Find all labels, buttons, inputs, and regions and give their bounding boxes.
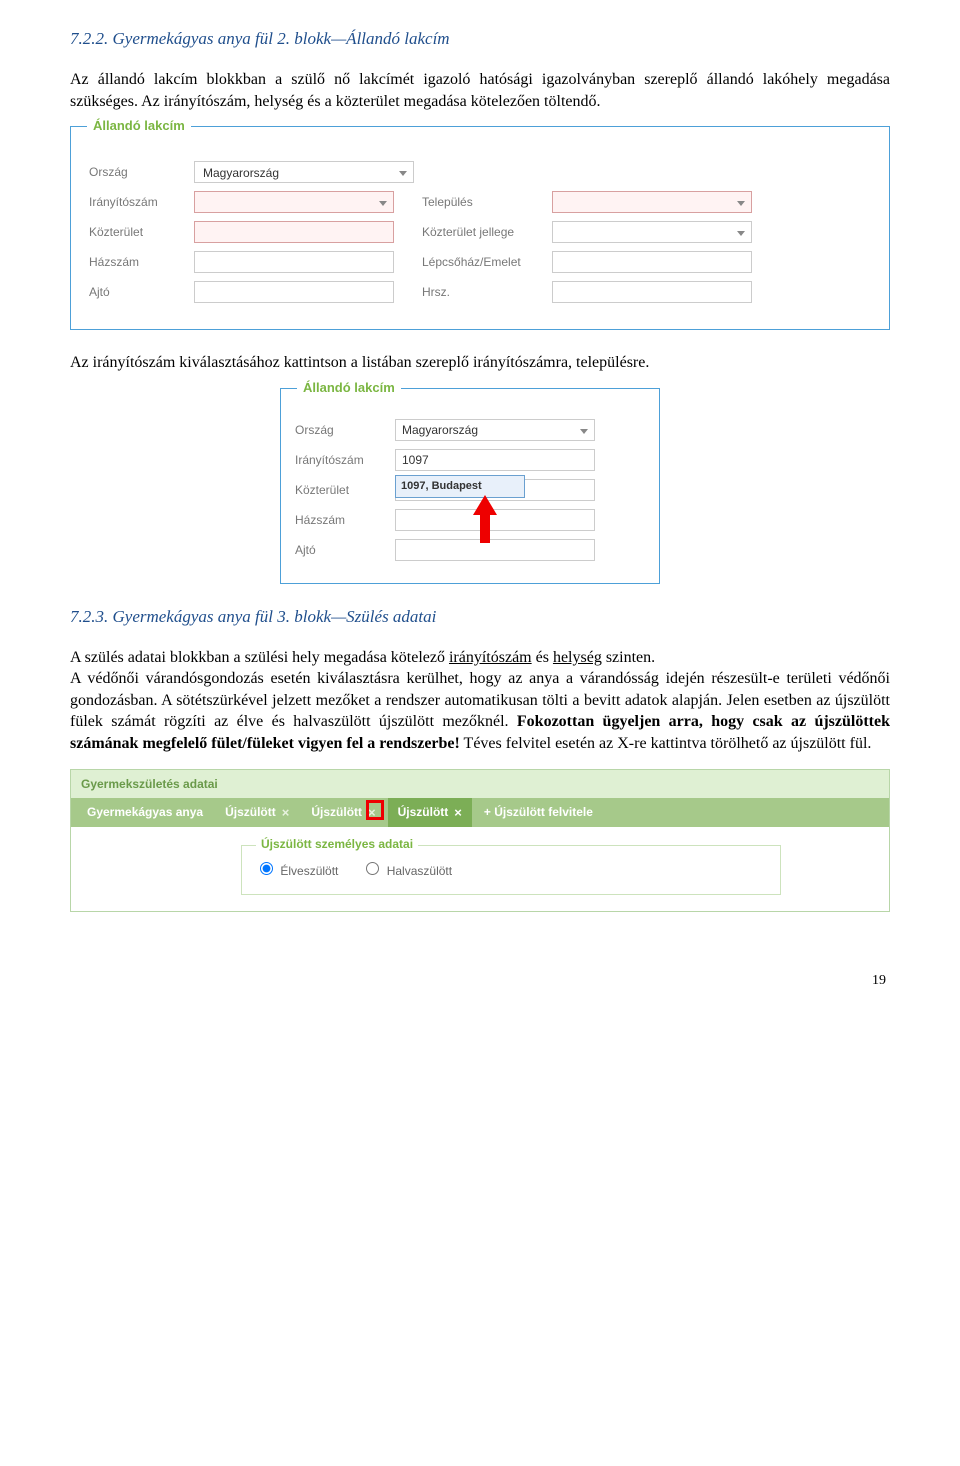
label-zip-2: Irányítószám	[295, 452, 395, 468]
tabs-screenshot: Gyermekszületés adatai Gyermekágyas anya…	[70, 769, 890, 912]
section-heading-723: 7.2.3. Gyermekágyas anya fül 3. blokk—Sz…	[70, 606, 890, 629]
fieldset-legend-newborn: Újszülött személyes adatai	[256, 836, 418, 852]
zip-input[interactable]	[194, 191, 394, 213]
label-street-2: Közterület	[295, 482, 395, 498]
radio-label: Élveszülött	[280, 864, 338, 878]
tab-panel-body: Újszülött személyes adatai Élveszülött H…	[71, 827, 889, 910]
country-select[interactable]: Magyarország	[194, 161, 414, 183]
radio-liveborn[interactable]: Élveszülött	[260, 862, 338, 879]
label-city: Település	[422, 194, 552, 210]
country-select-2[interactable]: Magyarország	[395, 419, 595, 441]
tab-label: Gyermekágyas anya	[87, 804, 203, 820]
form-screenshot-address-suggest: Állandó lakcím Ország Magyarország Irány…	[280, 388, 660, 584]
street-type-select[interactable]	[552, 221, 752, 243]
t: helység	[553, 649, 602, 666]
section-heading-722: 7.2.2. Gyermekágyas anya fül 2. blokk—Ál…	[70, 28, 890, 51]
houseno-input[interactable]	[194, 251, 394, 273]
label-street: Közterület	[89, 224, 194, 240]
close-icon[interactable]: ×	[282, 804, 290, 822]
t: Téves felvitel esetén az X-re kattintva …	[460, 735, 872, 752]
street-input[interactable]	[194, 221, 394, 243]
label-houseno: Házszám	[89, 254, 194, 270]
fieldset-legend: Állandó lakcím	[87, 117, 191, 135]
radio-stillborn-input[interactable]	[366, 862, 379, 875]
tab-add-newborn[interactable]: + Újszülött felvitele	[474, 798, 603, 828]
tab-label: + Újszülött felvitele	[484, 804, 593, 820]
newborn-personal-fieldset: Újszülött személyes adatai Élveszülött H…	[241, 845, 781, 894]
t: A szülés adatai blokkban a szülési hely …	[70, 649, 449, 666]
label-country-2: Ország	[295, 422, 395, 438]
tab-mother[interactable]: Gyermekágyas anya	[77, 798, 213, 828]
form-screenshot-address-full: Állandó lakcím Ország Magyarország Irány…	[70, 126, 890, 330]
label-hrsz: Hrsz.	[422, 284, 552, 300]
panel-title: Gyermekszületés adatai	[71, 770, 889, 798]
label-door: Ajtó	[89, 284, 194, 300]
callout-arrow-icon	[471, 495, 499, 543]
fieldset-legend-2: Állandó lakcím	[297, 379, 401, 397]
radio-label: Halvaszülött	[387, 864, 452, 878]
t: irányítószám	[449, 649, 532, 666]
label-street-type: Közterület jellege	[422, 224, 552, 240]
city-input[interactable]	[552, 191, 752, 213]
floor-input[interactable]	[552, 251, 752, 273]
label-country: Ország	[89, 164, 194, 180]
para-723: A szülés adatai blokkban a szülési hely …	[70, 647, 890, 755]
para-mid: Az irányítószám kiválasztásához kattints…	[70, 352, 890, 374]
tab-label: Újszülött	[311, 804, 362, 820]
t: és	[532, 649, 553, 666]
zip-input-2[interactable]: 1097	[395, 449, 595, 471]
label-zip: Irányítószám	[89, 194, 194, 210]
tab-label: Újszülött	[398, 804, 449, 820]
label-door-2: Ajtó	[295, 542, 395, 558]
label-houseno-2: Házszám	[295, 512, 395, 528]
autocomplete-suggestion[interactable]: 1097, Budapest	[395, 475, 525, 498]
t: szinten.	[602, 649, 655, 666]
door-input[interactable]	[194, 281, 394, 303]
radio-liveborn-input[interactable]	[260, 862, 273, 875]
close-icon[interactable]: ×	[368, 804, 376, 822]
tab-newborn-3[interactable]: Újszülött ×	[388, 798, 472, 828]
tab-label: Újszülött	[225, 804, 276, 820]
para-722: Az állandó lakcím blokkban a szülő nő la…	[70, 69, 890, 112]
radio-stillborn[interactable]: Halvaszülött	[366, 862, 452, 879]
label-floor: Lépcsőház/Emelet	[422, 254, 552, 270]
tab-newborn-1[interactable]: Újszülött ×	[215, 798, 299, 828]
tab-bar: Gyermekágyas anya Újszülött × Újszülött …	[71, 798, 889, 828]
hrsz-input[interactable]	[552, 281, 752, 303]
page-number: 19	[70, 972, 890, 991]
close-icon[interactable]: ×	[454, 804, 462, 822]
tab-newborn-2[interactable]: Újszülött ×	[301, 798, 385, 828]
